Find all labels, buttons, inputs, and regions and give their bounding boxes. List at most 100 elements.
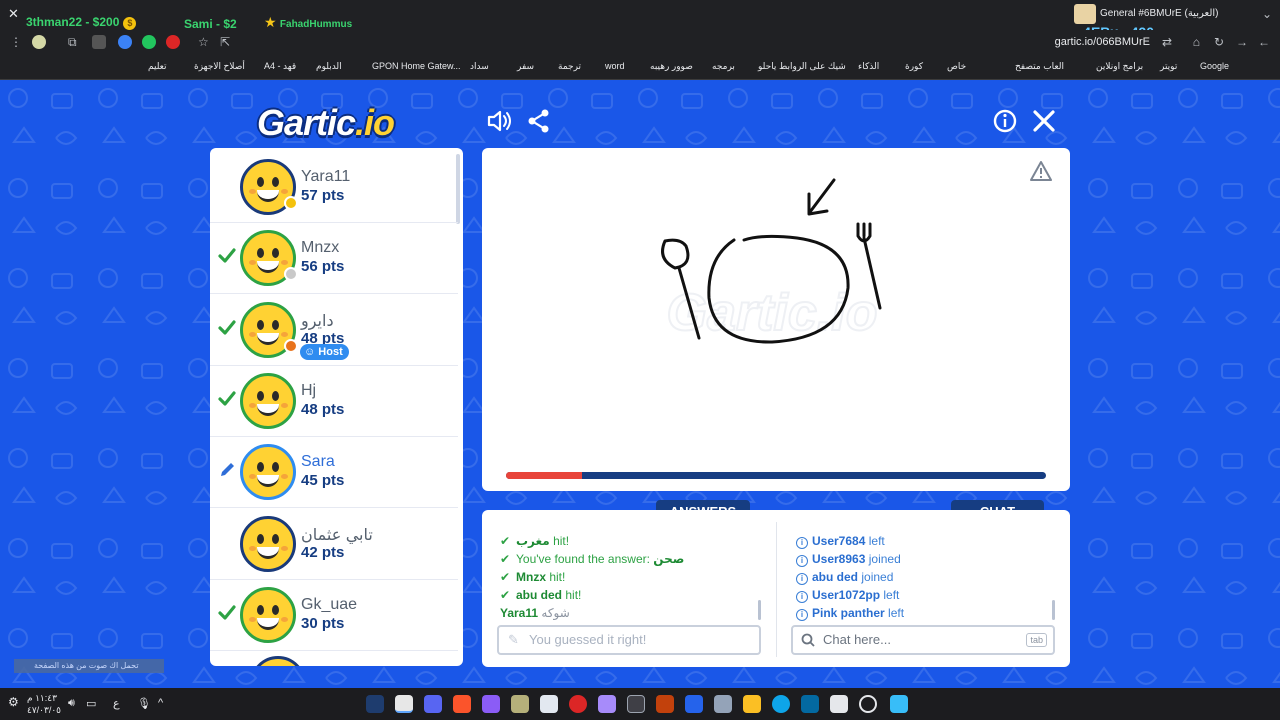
- guessed-check-icon: [218, 319, 236, 335]
- bookmark-item[interactable]: برامج اونلاين: [1096, 61, 1143, 72]
- close-game-icon[interactable]: [1031, 108, 1057, 134]
- forward-icon[interactable]: →: [1236, 35, 1248, 49]
- back-icon[interactable]: ←: [1258, 35, 1270, 49]
- player-row[interactable]: Sara 45 pts: [210, 437, 458, 509]
- feather-app-icon[interactable]: [598, 695, 616, 713]
- bookmark-item[interactable]: GPON Home Gatew...: [372, 61, 461, 71]
- extension-counter-icon[interactable]: [92, 35, 106, 49]
- volume-icon[interactable]: 🔊︎: [68, 697, 75, 710]
- calculator-app-icon[interactable]: [714, 695, 732, 713]
- search-taskbar-icon[interactable]: [859, 695, 877, 713]
- bookmarks-bar: Google تويتر برامج اونلاين العاب متصفح خاص كو…: [0, 56, 1280, 80]
- active-tab[interactable]: General #6BMUrE (العربية): [1070, 2, 1240, 26]
- home-icon[interactable]: ⌂: [1193, 35, 1200, 49]
- avatar-mouth: [257, 190, 279, 202]
- tool-app-icon[interactable]: [511, 695, 529, 713]
- gartic-logo[interactable]: Gartic.io: [257, 102, 395, 144]
- bookmark-item[interactable]: A4 - قهد: [264, 61, 296, 72]
- profile-icon[interactable]: [32, 35, 46, 49]
- tab-list-chevron-icon[interactable]: ⌄: [1262, 7, 1272, 21]
- player-name: Hj: [301, 381, 317, 399]
- extension-green-icon[interactable]: [142, 35, 156, 49]
- chat-scrollbar[interactable]: [1052, 600, 1055, 620]
- avatar-eye: [257, 390, 264, 401]
- chat-input[interactable]: Chat here... tab: [791, 625, 1055, 655]
- avatar-cheek: [281, 331, 288, 337]
- avatar-cheek: [249, 331, 256, 337]
- bookmark-star-icon[interactable]: ☆: [198, 35, 209, 49]
- player-row[interactable]: دايرو 48 pts ☺ Host: [210, 295, 458, 366]
- language-icon[interactable]: ع: [113, 697, 120, 710]
- avatar-cheek: [249, 402, 256, 408]
- player-avatar: [240, 372, 296, 429]
- bookmark-item[interactable]: العاب متصفح: [1015, 61, 1064, 72]
- extensions-icon[interactable]: ⧉: [68, 35, 77, 50]
- bookmark-item[interactable]: أصلاح الاجهزة: [194, 61, 245, 72]
- bookmark-item[interactable]: ترجمة: [558, 61, 581, 72]
- share-icon[interactable]: [526, 108, 552, 134]
- chat-message: i User8963 joined: [796, 552, 901, 567]
- bookmark-item[interactable]: سفر: [517, 61, 534, 72]
- reload-icon[interactable]: ↻: [1214, 35, 1224, 49]
- recorder-app-icon[interactable]: [569, 695, 587, 713]
- player-row[interactable]: Gk_uae 30 pts: [210, 580, 458, 651]
- bookmark-item[interactable]: تويتر: [1160, 61, 1177, 72]
- bookmark-item[interactable]: كورة: [905, 61, 923, 72]
- chat-message: i abu ded joined: [796, 570, 893, 585]
- tray-chevron-icon[interactable]: ^: [158, 697, 163, 709]
- avatar-eye: [257, 248, 264, 259]
- menu-dots-icon[interactable]: ⋮: [10, 35, 22, 49]
- install-app-icon[interactable]: ⇱: [220, 35, 230, 49]
- info-icon: i: [796, 555, 808, 567]
- extension-wave-icon[interactable]: [118, 35, 132, 49]
- address-bar-url[interactable]: gartic.io/066BMUrE: [1055, 36, 1150, 48]
- close-window-icon[interactable]: ✕: [8, 6, 19, 22]
- discord-app-icon[interactable]: [424, 695, 442, 713]
- bookmark-item[interactable]: تعليم: [148, 61, 167, 72]
- player-row[interactable]: تابي عثمان 42 pts: [210, 509, 458, 580]
- start-windows-icon[interactable]: [890, 695, 908, 713]
- player-row[interactable]: Mnzx 56 pts: [210, 223, 458, 295]
- answer-input[interactable]: ✎ You guessed it right!: [497, 625, 761, 655]
- guessed-check-icon: [218, 605, 236, 620]
- bookmark-item[interactable]: صوور رهيبه: [650, 61, 693, 72]
- powerpoint-app-icon[interactable]: [656, 695, 674, 713]
- player-avatar: [240, 444, 296, 501]
- hit-check-icon: ✔: [500, 534, 511, 548]
- info-icon[interactable]: [992, 108, 1018, 134]
- outlook-app-icon[interactable]: [801, 695, 819, 713]
- avatar-cheek: [249, 545, 256, 551]
- bookmark-item[interactable]: الذكاء: [858, 61, 879, 72]
- player-row[interactable]: Yara11 57 pts: [210, 152, 458, 223]
- task-view-icon[interactable]: [830, 695, 848, 713]
- bookmark-item[interactable]: word: [605, 61, 625, 71]
- sound-toggle-icon[interactable]: [486, 108, 512, 134]
- bookmark-item[interactable]: شيك على الروابط ياحلو: [758, 61, 846, 72]
- stream-donation-2: Sami - $2: [184, 17, 237, 31]
- store-app-icon[interactable]: [540, 695, 558, 713]
- file-explorer-app-icon[interactable]: [743, 695, 761, 713]
- site-settings-icon[interactable]: ⇄: [1162, 35, 1172, 49]
- chrome-app-icon[interactable]: [395, 695, 413, 713]
- bookmark-item[interactable]: Google: [1200, 61, 1229, 71]
- word-app-icon[interactable]: [685, 695, 703, 713]
- bookmark-item[interactable]: برمجه: [712, 61, 735, 72]
- info-icon: i: [796, 573, 808, 585]
- bookmark-item[interactable]: سداد: [470, 61, 489, 72]
- hit-check-icon: ✔: [500, 552, 511, 566]
- terminal-app-icon[interactable]: [627, 695, 645, 713]
- game-app-icon[interactable]: [482, 695, 500, 713]
- brave-app-icon[interactable]: [453, 695, 471, 713]
- microphone-icon[interactable]: 🎙︎: [137, 697, 151, 710]
- edge-app-icon[interactable]: [772, 695, 790, 713]
- answers-scrollbar[interactable]: [758, 600, 761, 620]
- avatar-eye: [272, 390, 279, 401]
- player-row[interactable]: Hj 48 pts: [210, 366, 458, 437]
- bookmark-item[interactable]: الدبلوم: [316, 61, 342, 72]
- settings-gear-icon[interactable]: ⚙: [8, 695, 19, 709]
- steam-app-icon[interactable]: [366, 695, 384, 713]
- extension-red-icon[interactable]: [166, 35, 180, 49]
- network-icon[interactable]: ▭: [86, 697, 96, 710]
- bookmark-item[interactable]: خاص: [947, 61, 966, 72]
- clock-time[interactable]: ١١:٤٣ م: [27, 693, 57, 704]
